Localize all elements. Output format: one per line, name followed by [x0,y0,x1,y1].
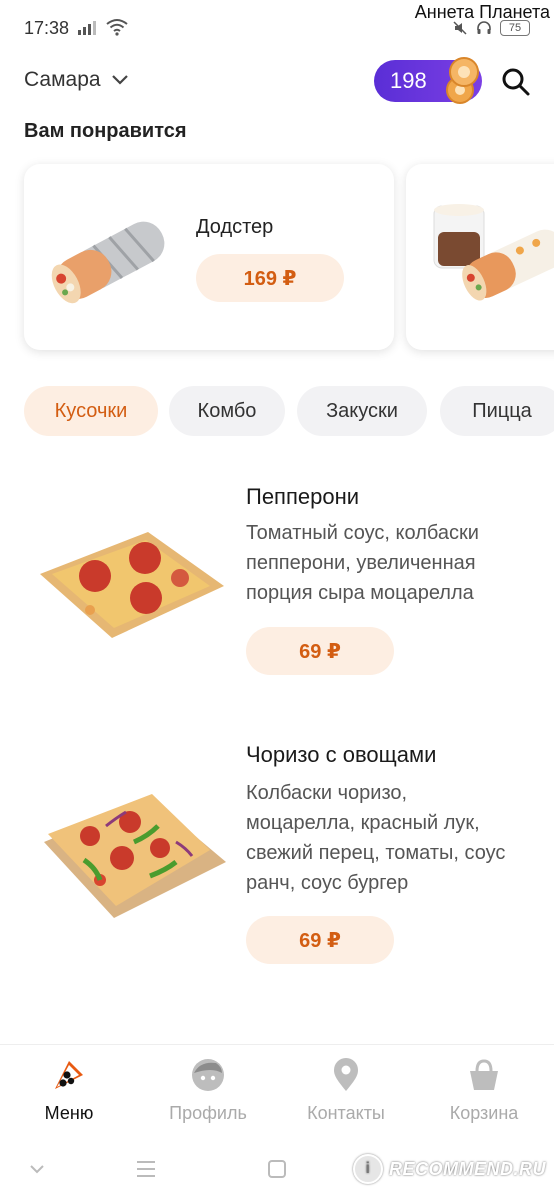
tab-snacks[interactable]: Закуски [297,386,427,436]
pepperoni-slice-image [40,532,224,638]
nav-label: Контакты [307,1103,385,1123]
recommend-card[interactable]: Додстер 169 ₽ [24,164,394,350]
coins-count: 198 [390,68,427,93]
nav-menu[interactable]: Меню [4,1057,134,1133]
bottom-navigation: Меню Профиль Контакты Корзина [0,1044,554,1140]
shopping-basket-icon [470,1059,498,1090]
wifi-icon [106,19,128,36]
location-pin-icon [334,1058,358,1091]
category-tabs: Кусочки Комбо Закуски Пицца [24,386,554,436]
pizza-slice-icon [55,1061,83,1089]
nav-profile[interactable]: Профиль [143,1057,273,1133]
coins-icon [446,57,479,104]
product-description: Томатный соус, колбаски пепперони, увели… [246,518,546,608]
status-icons-left [78,18,128,36]
chevron-down-icon [111,75,128,85]
product-description: Колбаски чоризо, моцарелла, красный лук,… [246,778,546,898]
recent-apps-icon[interactable] [131,1154,161,1184]
recommend-card[interactable] [406,164,554,350]
header: Самара 198 [0,57,554,104]
status-time: 17:38 [24,18,70,38]
product-price-button[interactable]: 69 ₽ [246,627,394,675]
status-icons-right: 75 [452,20,530,36]
recommend-title: Вам понравится [24,120,187,142]
product-card[interactable]: Чоризо с овощами Колбаски чоризо, моцаре… [0,730,554,964]
profile-face-icon [192,1059,224,1091]
home-icon[interactable] [262,1154,292,1184]
dodster-image [51,221,165,304]
recommend-logo: i RECOMMEND.RU [353,1154,546,1184]
tab-slices[interactable]: Кусочки [24,386,158,436]
signal-icon [78,19,98,35]
product-description-line: порция сыра моцарелла [246,582,474,604]
product-description-line: пепперони, увеличенная [246,552,476,574]
mute-icon [453,21,467,35]
nav-label: Корзина [449,1103,519,1123]
headset-icon [477,21,491,34]
product-description-line: свежий перец, томаты, соус [246,842,506,864]
recommend-logo-icon: i [353,1154,383,1184]
battery-indicator: 75 [500,20,530,36]
product-description-line: Томатный соус, колбаски [246,522,479,544]
nav-cart[interactable]: Корзина [419,1057,549,1133]
chevron-down-icon[interactable] [22,1154,52,1184]
combo-image [433,204,554,301]
recommend-price-button[interactable]: 169 ₽ [196,254,344,302]
product-description-line: моцарелла, красный лук, [246,812,480,834]
status-bar: 17:38 Аннета Планета 75 [0,0,554,56]
product-price-button[interactable]: 69 ₽ [246,916,394,964]
system-navigation-bar: i RECOMMEND.RU [0,1140,554,1200]
search-icon[interactable] [500,66,532,98]
product-description-line: ранч, соус бургер [246,872,409,894]
city-selector[interactable]: Самара [24,68,129,92]
product-description-line: Колбаски чоризо, [246,782,408,804]
product-name: Пепперони [246,484,360,509]
dodo-coins-badge[interactable]: 198 [374,57,482,104]
recommend-logo-text: RECOMMEND.RU [389,1158,546,1179]
nav-label: Меню [44,1103,94,1123]
tab-combo[interactable]: Комбо [169,386,285,436]
product-name: Чоризо с овощами [246,742,437,767]
recommend-card-name: Додстер [196,216,274,238]
city-label: Самара [24,68,101,91]
product-card[interactable]: Пепперони Томатный соус, колбаски пеппер… [0,470,554,700]
tab-pizza[interactable]: Пицца [440,386,554,436]
chorizo-slice-image [44,794,226,918]
nav-label: Профиль [169,1103,247,1123]
nav-contacts[interactable]: Контакты [281,1057,411,1133]
